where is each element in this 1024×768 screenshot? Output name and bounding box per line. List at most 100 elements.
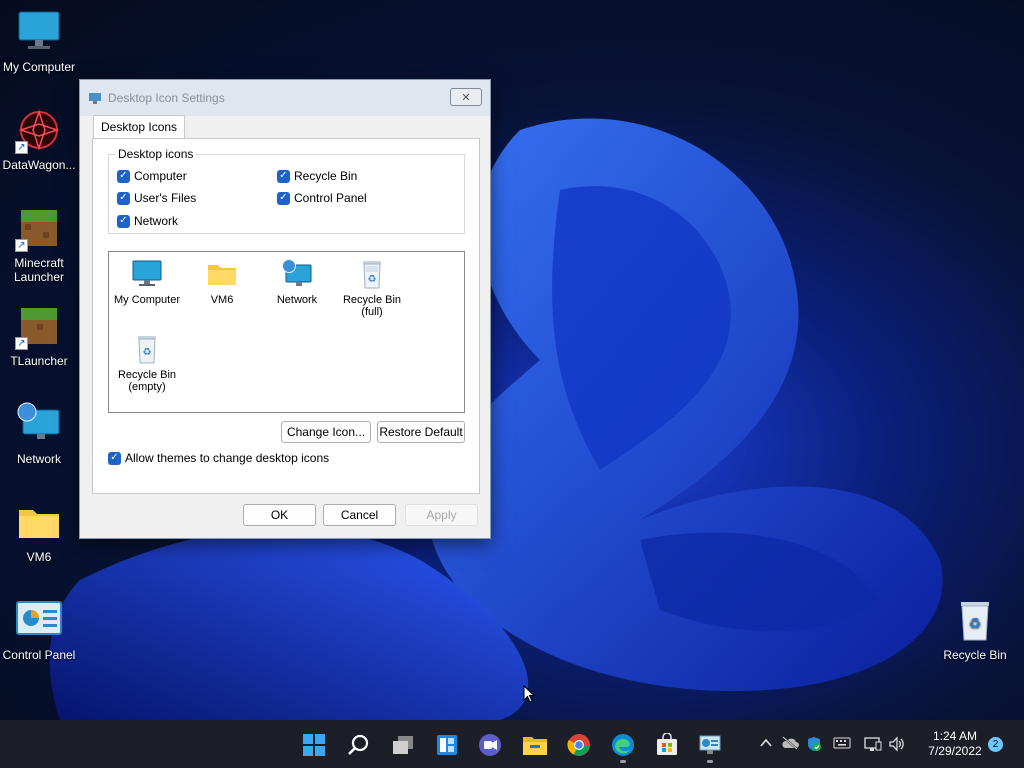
chrome-icon <box>567 734 590 756</box>
checkbox-label: Computer <box>134 169 187 183</box>
icon-preview-list[interactable]: My Computer VM6 Network ♻ Recycle Bin (f… <box>108 251 465 413</box>
widgets-button[interactable] <box>434 732 460 758</box>
minecraft-icon: ↗ <box>15 204 63 252</box>
checkmark-icon: ✓ <box>277 169 290 183</box>
shortcut-arrow-icon: ↗ <box>15 337 28 350</box>
desktop-icon-network[interactable]: Network <box>0 400 78 466</box>
control-panel-icon <box>15 596 63 644</box>
folder-icon <box>206 258 238 290</box>
button-label: Apply <box>426 508 457 522</box>
tab-panel: Desktop icons ✓ Computer ✓ Recycle Bin ✓… <box>92 138 480 494</box>
checkbox-label: Allow themes to change desktop icons <box>125 451 330 465</box>
search-icon <box>348 734 369 755</box>
desktop-icon-label: DataWagon... <box>2 158 76 172</box>
recycle-bin-icon: ♻ <box>951 596 999 644</box>
store-button[interactable] <box>654 732 680 758</box>
task-view-button[interactable] <box>390 732 416 758</box>
change-icon-button[interactable]: Change Icon... <box>281 421 371 443</box>
start-button[interactable] <box>301 732 327 758</box>
chevron-up-icon[interactable] <box>759 736 773 753</box>
dialog-titlebar[interactable]: Desktop Icon Settings <box>80 80 490 116</box>
file-explorer-button[interactable] <box>522 732 548 758</box>
desktop-icon-datawagon[interactable]: ↗ DataWagon... <box>0 106 78 172</box>
desktop-icons-group: Desktop icons ✓ Computer ✓ Recycle Bin ✓… <box>108 147 465 234</box>
checkbox-recycle-bin[interactable]: ✓ Recycle Bin <box>277 169 357 183</box>
mouse-cursor-icon <box>523 685 535 703</box>
clock-time: 1:24 AM <box>932 729 978 743</box>
allow-themes-checkbox[interactable]: ✓ Allow themes to change desktop icons <box>108 451 329 465</box>
recycle-bin-empty-icon: ♻ <box>131 333 163 365</box>
checkbox-label: User's Files <box>134 191 197 205</box>
preview-item-recycle-bin-empty[interactable]: ♻ Recycle Bin (empty) <box>111 333 183 393</box>
button-label: OK <box>270 508 289 522</box>
group-label: Desktop icons <box>115 147 197 161</box>
preview-item-vm6[interactable]: VM6 <box>186 258 258 306</box>
desktop-icon-label: My Computer <box>2 60 76 74</box>
edge-icon <box>612 734 634 756</box>
preview-item-label: VM6 <box>210 294 234 306</box>
monitor-icon <box>15 8 63 56</box>
start-icon <box>303 734 325 756</box>
tab-label: Desktop Icons <box>101 120 178 134</box>
preview-item-label: Network <box>276 294 318 306</box>
desktop-icon-recycle-bin[interactable]: ♻ Recycle Bin <box>936 596 1014 662</box>
desktop-icon-label: VM6 <box>26 550 52 564</box>
apply-button[interactable]: Apply <box>405 504 478 526</box>
checkbox-network[interactable]: ✓ Network <box>117 214 178 228</box>
checkmark-icon: ✓ <box>117 214 130 228</box>
checkmark-icon: ✓ <box>117 169 130 183</box>
widgets-icon <box>437 735 457 755</box>
svg-text:♻: ♻ <box>969 615 982 631</box>
restore-default-button[interactable]: Restore Default <box>377 421 465 443</box>
network-icon <box>281 258 313 290</box>
tab-desktop-icons[interactable]: Desktop Icons <box>93 115 186 139</box>
checkmark-icon: ✓ <box>277 191 290 205</box>
control-panel-running-indicator <box>707 760 713 763</box>
onedrive-icon[interactable] <box>781 736 799 753</box>
display-icon[interactable] <box>864 736 882 755</box>
preview-item-network[interactable]: Network <box>261 258 333 306</box>
datawagon-icon: ↗ <box>15 106 63 154</box>
file-explorer-icon <box>523 737 547 755</box>
desktop-icon-label: TLauncher <box>10 354 68 368</box>
preview-item-label: Recycle Bin (empty) <box>117 369 177 393</box>
desktop-icon-minecraft-launcher[interactable]: ↗ Minecraft Launcher <box>0 204 78 284</box>
chat-button[interactable] <box>477 732 503 758</box>
control-panel-taskbar-button[interactable] <box>697 732 723 758</box>
close-icon: ✕ <box>461 91 471 104</box>
checkbox-label: Recycle Bin <box>294 169 358 183</box>
search-button[interactable] <box>346 732 372 758</box>
desktop-icon-control-panel[interactable]: Control Panel <box>0 596 78 662</box>
close-button[interactable]: ✕ <box>450 88 482 106</box>
volume-icon[interactable] <box>888 736 906 755</box>
preview-item-my-computer[interactable]: My Computer <box>111 258 183 306</box>
keyboard-icon[interactable] <box>833 736 851 753</box>
desktop-icon-label: Minecraft Launcher <box>13 256 65 284</box>
notification-badge[interactable]: 2 <box>988 737 1003 752</box>
task-view-icon <box>393 736 413 754</box>
edge-button[interactable] <box>610 732 636 758</box>
preview-item-label: My Computer <box>113 294 181 306</box>
cancel-button[interactable]: Cancel <box>323 504 396 526</box>
recycle-bin-full-icon: ♻ <box>356 258 388 290</box>
taskbar-clock[interactable]: 1:24 AM 7/29/2022 <box>914 729 996 759</box>
control-panel-icon <box>699 735 721 754</box>
button-label: Change Icon... <box>286 425 366 439</box>
ok-button[interactable]: OK <box>243 504 316 526</box>
checkbox-control-panel[interactable]: ✓ Control Panel <box>277 191 367 205</box>
desktop-icon-label: Network <box>16 452 61 466</box>
desktop-icon-vm6[interactable]: VM6 <box>0 498 78 564</box>
preview-item-recycle-bin-full[interactable]: ♻ Recycle Bin (full) <box>336 258 408 318</box>
button-label: Cancel <box>340 508 379 522</box>
svg-text:♻: ♻ <box>368 274 377 285</box>
button-label: Restore Default <box>379 425 463 439</box>
checkmark-icon: ✓ <box>117 191 130 205</box>
desktop-icon-my-computer[interactable]: My Computer <box>0 8 78 74</box>
defender-icon[interactable] <box>806 736 822 755</box>
desktop-icon-tlauncher[interactable]: ↗ TLauncher <box>0 302 78 368</box>
chrome-button[interactable] <box>566 732 592 758</box>
desktop-icon-settings-dialog: Desktop Icon Settings ✕ Desktop Icons De… <box>79 79 491 539</box>
checkbox-users-files[interactable]: ✓ User's Files <box>117 191 196 205</box>
shortcut-arrow-icon: ↗ <box>15 141 28 154</box>
checkbox-computer[interactable]: ✓ Computer <box>117 169 187 183</box>
